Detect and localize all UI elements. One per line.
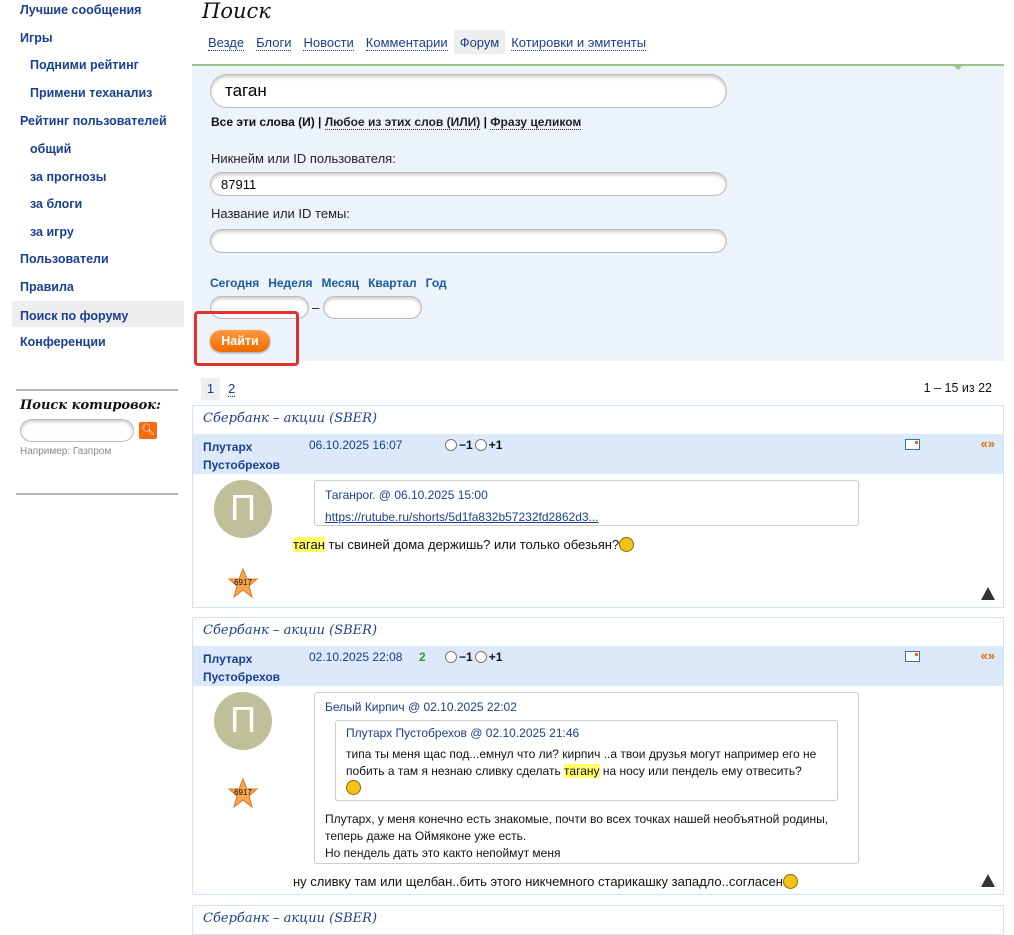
- search-tabs: Везде Блоги Новости Комментарии Форум Ко…: [202, 30, 652, 54]
- smile-icon: [619, 537, 635, 552]
- report-icon[interactable]: [981, 874, 995, 887]
- avatar[interactable]: П: [214, 692, 272, 750]
- vote-controls: −1 +1: [445, 650, 502, 664]
- post-topic-link[interactable]: Сбербанк – акции (SBER): [203, 411, 377, 426]
- period-links: Сегодня Неделя Месяц Квартал Год: [210, 275, 456, 290]
- search-mode: Все эти слова (И) | Любое из этих слов (…: [211, 115, 582, 130]
- post-topic-link[interactable]: Сбербанк – акции (SBER): [203, 911, 377, 926]
- mode-phrase[interactable]: Фразу целиком: [490, 115, 582, 130]
- quote-search-input[interactable]: [20, 419, 134, 442]
- sidebar-item-raise-rating[interactable]: Подними рейтинг: [12, 56, 184, 82]
- quote-text: Плутарх, у меня конечно есть знакомые, п…: [325, 812, 829, 860]
- search-submit-button[interactable]: Найти: [210, 330, 270, 352]
- tab-notch: [952, 64, 964, 70]
- mode-all-words[interactable]: Все эти слова (И): [211, 115, 315, 129]
- post-topic-link[interactable]: Сбербанк – акции (SBER): [203, 623, 377, 638]
- forum-post: Сбербанк – акции (SBER) Плутарх Пустобрех…: [192, 617, 1004, 895]
- profile-card-icon[interactable]: [905, 651, 920, 662]
- vote-plus-radio[interactable]: [474, 651, 487, 663]
- page-1[interactable]: 1: [201, 378, 220, 400]
- quote-icon[interactable]: «»: [981, 436, 995, 451]
- search-icon[interactable]: 🔍︎: [139, 422, 157, 439]
- date-to-input[interactable]: [323, 296, 422, 319]
- period-quarter[interactable]: Квартал: [368, 276, 417, 290]
- sidebar-item-game[interactable]: за игру: [12, 223, 184, 249]
- date-dash: –: [312, 300, 320, 315]
- nick-label: Никнейм или ID пользователя:: [211, 151, 396, 166]
- sidebar-item-forecasts[interactable]: за прогнозы: [12, 168, 184, 194]
- sidebar-item-blogs[interactable]: за блоги: [12, 195, 184, 221]
- post-date[interactable]: 06.10.2025 16:07: [309, 438, 402, 452]
- tab-everywhere[interactable]: Везде: [202, 30, 250, 54]
- period-week[interactable]: Неделя: [268, 276, 312, 290]
- quoted-message: Таганрог. @ 06.10.2025 15:00 https://rut…: [314, 480, 859, 526]
- quote-header[interactable]: Белый Кирпич @ 02.10.2025 22:02: [325, 699, 848, 716]
- forum-post: Сбербанк – акции (SBER): [192, 905, 1004, 935]
- smile-icon: [782, 874, 798, 889]
- period-year[interactable]: Год: [426, 276, 447, 290]
- sidebar-item-forum-search[interactable]: Поиск по форуму: [12, 301, 184, 327]
- quote-link[interactable]: https://rutube.ru/shorts/5d1fa832b57232f…: [325, 509, 848, 526]
- nick-input[interactable]: [210, 172, 727, 196]
- vote-controls: −1 +1: [445, 438, 502, 452]
- period-month[interactable]: Месяц: [321, 276, 359, 290]
- forum-post: Сбербанк – акции (SBER) Плутарх Пустобрех…: [192, 405, 1004, 608]
- tab-news[interactable]: Новости: [297, 30, 359, 54]
- nested-quote-text: типа ты меня щас под...емнул что ли? кир…: [346, 746, 827, 797]
- avatar[interactable]: П: [214, 480, 272, 538]
- vote-minus-radio[interactable]: [445, 651, 457, 663]
- nested-quote-header[interactable]: Плутарх Пустобрехов @ 02.10.2025 21:46: [346, 725, 827, 742]
- search-query-input[interactable]: [210, 74, 727, 108]
- divider: [16, 493, 178, 495]
- vote-plus-radio[interactable]: [474, 439, 487, 451]
- tab-blogs[interactable]: Блоги: [250, 30, 297, 54]
- sidebar-item-users[interactable]: Пользователи: [12, 250, 184, 276]
- quote-icon[interactable]: «»: [981, 648, 995, 663]
- results-range: 1 – 15 из 22: [923, 381, 992, 395]
- page-title: Поиск: [202, 0, 271, 23]
- rating-value: 6917: [234, 788, 252, 797]
- post-author[interactable]: Плутарх Пустобрехов: [203, 438, 280, 474]
- quote-search-hint: Например: Газпром: [20, 446, 112, 457]
- rating-value: 6917: [234, 578, 252, 587]
- quote-search-title: Поиск котировок:: [20, 398, 161, 413]
- post-score: 2: [419, 650, 426, 664]
- smile-icon: [346, 780, 361, 795]
- quoted-message: Белый Кирпич @ 02.10.2025 22:02 Плутарх …: [314, 692, 859, 864]
- page-2[interactable]: 2: [228, 381, 236, 397]
- post-date[interactable]: 02.10.2025 22:08: [309, 650, 402, 664]
- sidebar-item-conferences[interactable]: Конференции: [12, 333, 184, 359]
- post-text: ну сливку там или щелбан..бить этого ник…: [293, 874, 798, 889]
- tab-forum[interactable]: Форум: [453, 30, 506, 54]
- nested-quote: Плутарх Пустобрехов @ 02.10.2025 21:46 т…: [335, 720, 838, 801]
- tab-quotes[interactable]: Котировки и эмитенты: [505, 30, 652, 54]
- quote-header[interactable]: Таганрог. @ 06.10.2025 15:00: [325, 487, 848, 504]
- vote-minus-radio[interactable]: [445, 439, 457, 451]
- topic-input[interactable]: [210, 229, 727, 253]
- period-today[interactable]: Сегодня: [210, 276, 259, 290]
- sidebar-item-best-messages[interactable]: Лучшие сообщения: [12, 1, 184, 27]
- sidebar-item-user-rating[interactable]: Рейтинг пользователей: [12, 112, 184, 138]
- report-icon[interactable]: [981, 587, 995, 600]
- tab-comments[interactable]: Комментарии: [360, 30, 454, 54]
- sidebar-item-tech-analysis[interactable]: Примени теханализ: [12, 84, 184, 110]
- divider: [16, 389, 178, 391]
- post-text: таган ты свиней дома держишь? или только…: [293, 537, 635, 552]
- mode-any-word[interactable]: Любое из этих слов (ИЛИ): [324, 115, 481, 130]
- sidebar-item-games[interactable]: Игры: [12, 29, 184, 55]
- sidebar-item-overall[interactable]: общий: [12, 140, 184, 166]
- post-author[interactable]: Плутарх Пустобрехов: [203, 650, 280, 686]
- profile-card-icon[interactable]: [905, 439, 920, 450]
- topic-label: Название или ID темы:: [211, 206, 350, 221]
